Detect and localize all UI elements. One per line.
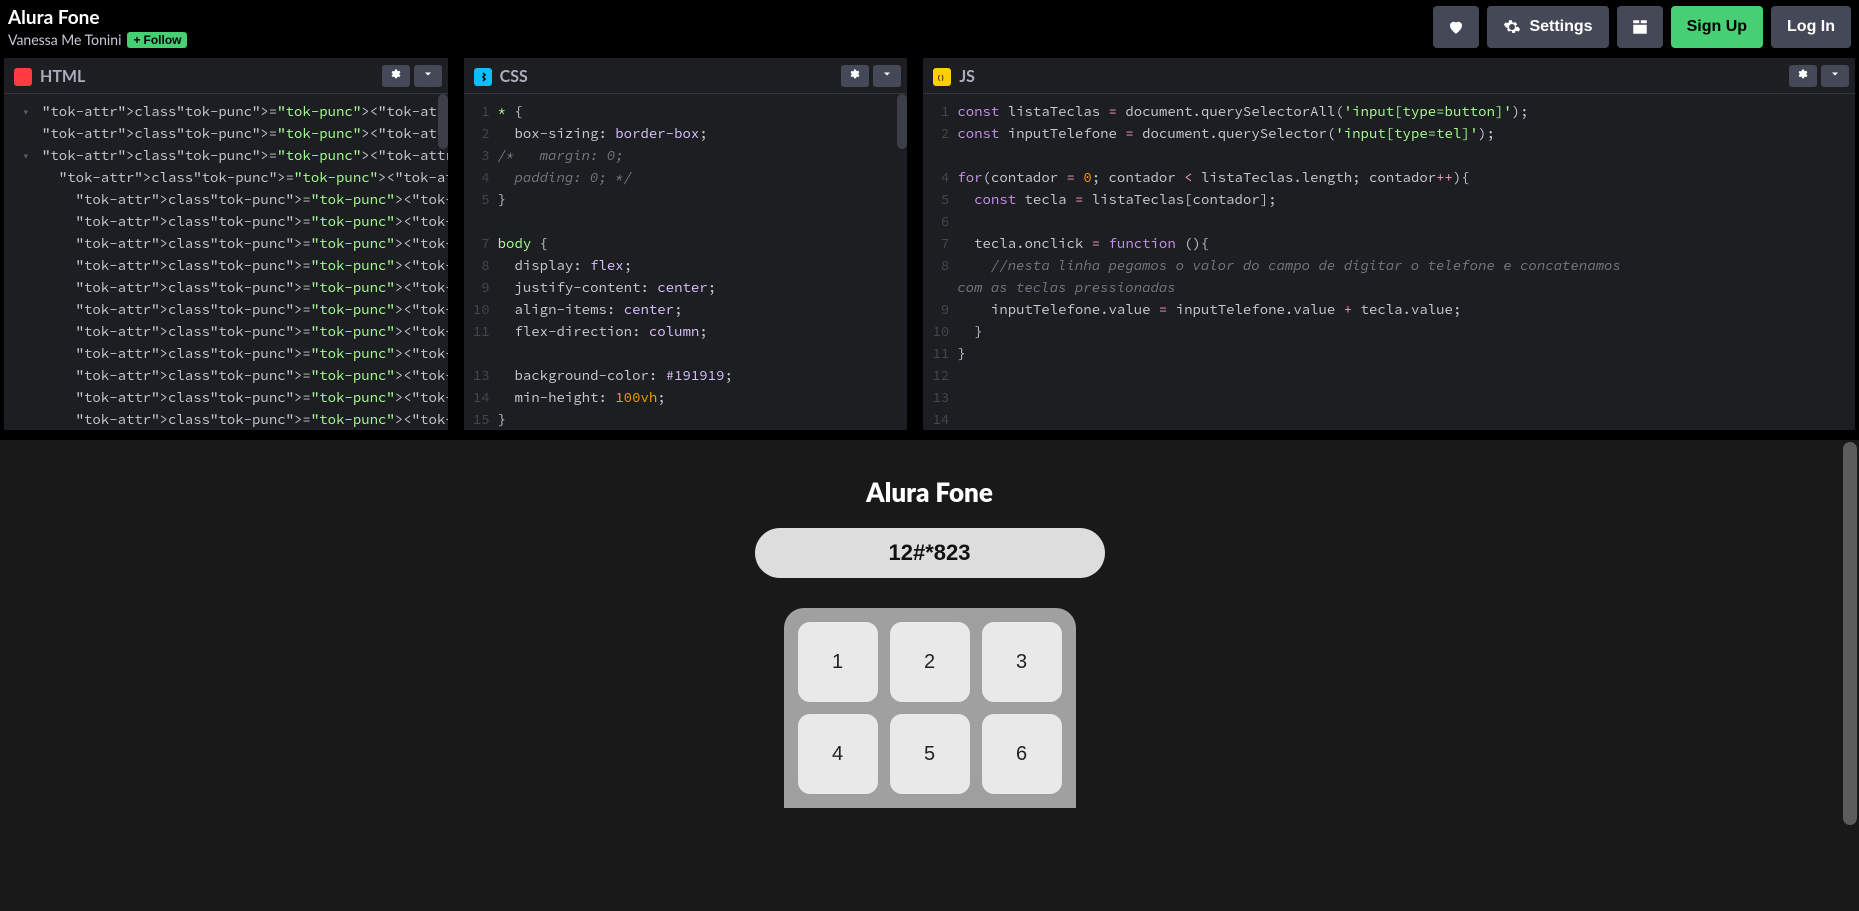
editor-css[interactable]: 12345 7891011 131415 * { box-sizing: bor…: [464, 94, 908, 430]
html-settings-button[interactable]: [382, 65, 410, 87]
login-label: Log In: [1787, 18, 1835, 36]
gear-icon: [390, 68, 402, 83]
grid-icon: [1631, 18, 1649, 36]
signup-button[interactable]: Sign Up: [1671, 6, 1763, 48]
code-css: * { box-sizing: border-box;/* margin: 0;…: [498, 100, 908, 430]
panel-actions-css: [841, 58, 907, 93]
key-6[interactable]: 6: [982, 714, 1062, 794]
code-html: "tok-attr">class"tok-punc">="tok-punc"><…: [38, 100, 448, 430]
js-dropdown-button[interactable]: [1821, 65, 1849, 87]
follow-button[interactable]: + Follow: [127, 32, 187, 48]
panel-actions-html: [382, 58, 448, 93]
header-right: Settings Sign Up Log In: [1433, 6, 1851, 48]
js-badge-icon: ( ): [933, 68, 951, 86]
tab-js[interactable]: ( ) JS: [923, 58, 989, 93]
gear-icon: [1503, 18, 1521, 36]
telephone-input[interactable]: [755, 528, 1105, 578]
panel-header-css: CSS: [464, 58, 908, 94]
gear-icon: [1797, 68, 1809, 83]
header-left: Alura Fone Vanessa Me Tonini + Follow: [8, 6, 187, 48]
scrollbar-thumb[interactable]: [897, 94, 907, 149]
key-3[interactable]: 3: [982, 622, 1062, 702]
gutter-html: ▾ ▾: [4, 100, 38, 430]
chevron-down-icon: [422, 68, 434, 83]
css-dropdown-button[interactable]: [873, 65, 901, 87]
panel-header-js: ( ) JS: [923, 58, 1855, 94]
key-5[interactable]: 5: [890, 714, 970, 794]
plus-icon: +: [133, 33, 140, 47]
code-js: const listaTeclas = document.querySelect…: [957, 100, 1855, 430]
panel-header-html: HTML: [4, 58, 448, 94]
panel-actions-js: [1789, 58, 1855, 93]
heart-icon: [1447, 18, 1465, 36]
keypad: 123 456: [784, 608, 1076, 808]
editor-panels: HTML ▾ ▾ "tok-attr">class"tok-punc">="to…: [0, 58, 1859, 430]
scrollbar-thumb[interactable]: [438, 94, 448, 149]
css-label: CSS: [500, 67, 528, 86]
chevron-down-icon: [1829, 68, 1841, 83]
panel-css: CSS 12345 7891011 131415 * { box-sizing:…: [464, 58, 908, 430]
pen-title: Alura Fone: [8, 6, 187, 29]
top-header: Alura Fone Vanessa Me Tonini + Follow Se…: [0, 0, 1859, 58]
settings-label: Settings: [1529, 18, 1592, 36]
tab-css[interactable]: CSS: [464, 58, 542, 93]
gutter-js: 12 45678 91011121314: [923, 100, 957, 430]
login-button[interactable]: Log In: [1771, 6, 1851, 48]
output-preview: Alura Fone 123 456: [0, 440, 1859, 911]
settings-button[interactable]: Settings: [1487, 6, 1608, 48]
key-4[interactable]: 4: [798, 714, 878, 794]
signup-label: Sign Up: [1687, 18, 1747, 36]
editor-js[interactable]: 12 45678 91011121314 const listaTeclas =…: [923, 94, 1855, 430]
html-label: HTML: [40, 67, 85, 86]
chevron-down-icon: [881, 68, 893, 83]
gutter-css: 12345 7891011 131415: [464, 100, 498, 430]
author-name: Vanessa Me Tonini: [8, 31, 121, 48]
panel-js: ( ) JS 12 45678 91011121314 const listaT…: [923, 58, 1855, 430]
key-2[interactable]: 2: [890, 622, 970, 702]
gear-icon: [849, 68, 861, 83]
tab-html[interactable]: HTML: [4, 58, 99, 93]
html-badge-icon: [14, 68, 32, 86]
js-label: JS: [959, 67, 975, 86]
editor-html[interactable]: ▾ ▾ "tok-attr">class"tok-punc">="tok-pun…: [4, 94, 448, 430]
author-row: Vanessa Me Tonini + Follow: [8, 31, 187, 48]
layout-button[interactable]: [1617, 6, 1663, 48]
output-scrollbar-thumb[interactable]: [1843, 442, 1857, 825]
output-title: Alura Fone: [866, 476, 993, 508]
js-settings-button[interactable]: [1789, 65, 1817, 87]
css-badge-icon: [474, 68, 492, 86]
output-scrollbar[interactable]: [1843, 442, 1857, 909]
css-settings-button[interactable]: [841, 65, 869, 87]
panel-html: HTML ▾ ▾ "tok-attr">class"tok-punc">="to…: [4, 58, 448, 430]
key-1[interactable]: 1: [798, 622, 878, 702]
heart-button[interactable]: [1433, 6, 1479, 48]
follow-label: Follow: [143, 33, 181, 47]
html-dropdown-button[interactable]: [414, 65, 442, 87]
svg-text:( ): ( ): [938, 73, 944, 82]
